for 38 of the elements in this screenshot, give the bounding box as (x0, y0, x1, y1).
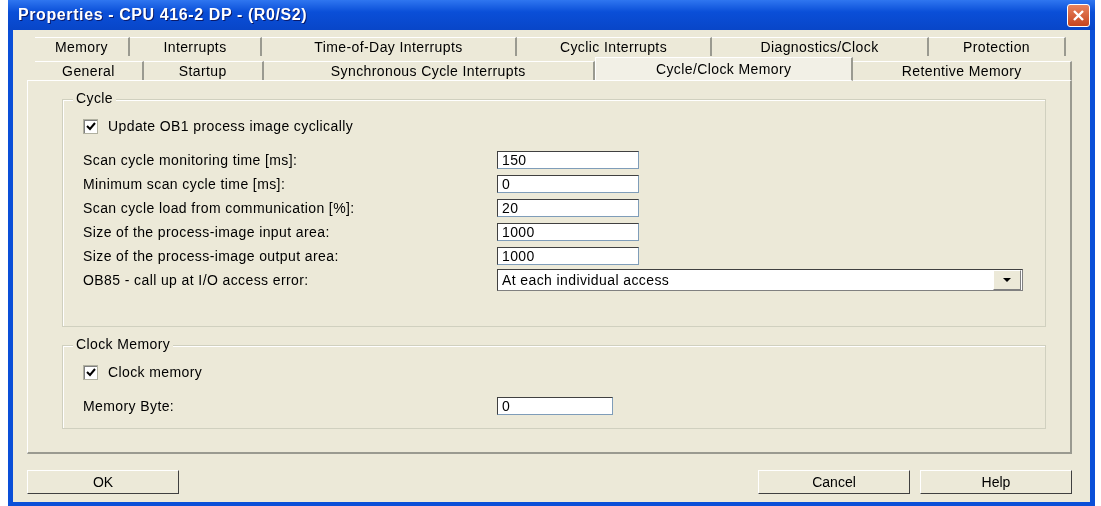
input-field[interactable]: 0 (497, 175, 639, 193)
dialog-button[interactable]: OK (27, 470, 179, 494)
checkbox[interactable] (83, 364, 98, 380)
group-title: Clock Memory (73, 336, 174, 352)
tab[interactable]: General (35, 61, 144, 80)
dropdown[interactable]: At each individual access (497, 269, 1023, 291)
field-label: Minimum scan cycle time [ms]: (83, 176, 287, 192)
close-icon (1073, 9, 1084, 21)
close-button[interactable] (1067, 3, 1090, 27)
group-title: Cycle (73, 90, 116, 106)
tab[interactable]: Synchronous Cycle Interrupts (263, 61, 595, 80)
checkbox[interactable] (83, 118, 98, 134)
field-label: Scan cycle monitoring time [ms]: (83, 152, 299, 168)
dialog-button[interactable]: Cancel (758, 470, 910, 494)
input-field[interactable]: 1000 (497, 223, 639, 241)
field-label: Size of the process-image output area: (83, 248, 340, 264)
caret-icon (1003, 278, 1011, 282)
input-field[interactable]: 0 (497, 397, 613, 415)
tab[interactable]: Protection (929, 37, 1066, 56)
tab[interactable]: Retentive Memory (853, 61, 1072, 80)
tab[interactable]: Cycle/Clock Memory (594, 57, 854, 81)
window-title: Properties - CPU 416-2 DP - (R0/S2) (18, 6, 308, 24)
tab[interactable]: Interrupts (130, 37, 262, 56)
checkbox-label: Clock memory (108, 364, 203, 380)
checkbox-label: Update OB1 process image cyclically (108, 118, 354, 134)
input-field[interactable]: 1000 (497, 247, 639, 265)
dialog-button[interactable]: Help (920, 470, 1072, 494)
input-field[interactable]: 150 (497, 151, 639, 169)
field-label: Memory Byte: (83, 398, 176, 414)
field-label: Scan cycle load from communication [%]: (83, 200, 356, 216)
tab[interactable]: Startup (143, 61, 264, 80)
tab[interactable]: Cyclic Interrupts (517, 37, 712, 56)
field-label: Size of the process-image input area: (83, 224, 331, 240)
tab[interactable]: Time-of-Day Interrupts (262, 37, 517, 56)
tab[interactable]: Diagnostics/Clock (712, 37, 929, 56)
tab[interactable]: Memory (35, 37, 130, 56)
field-label: OB85 - call up at I/O access error: (83, 272, 310, 288)
input-field[interactable]: 20 (497, 199, 639, 217)
